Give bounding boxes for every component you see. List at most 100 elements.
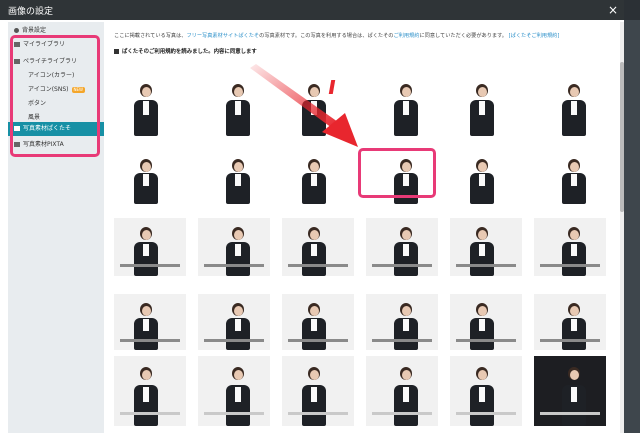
- terms-notice: ここに掲載されている写真は、フリー写真素材サイトぱくたその写真素材です。この写真…: [114, 32, 614, 39]
- photo-person-face: [569, 86, 579, 97]
- photo-thumbnail[interactable]: [282, 218, 354, 276]
- photo-thumbnail[interactable]: [534, 356, 606, 426]
- photo-person-shirt: [235, 386, 241, 403]
- photo-person-shirt: [479, 318, 485, 331]
- photo-desk: [540, 412, 600, 415]
- photo-desk: [456, 338, 516, 342]
- photo-thumbnail[interactable]: [198, 150, 270, 204]
- photo-person-shirt: [479, 101, 485, 115]
- photo-desk: [456, 264, 516, 268]
- photo-thumbnail[interactable]: [534, 74, 606, 136]
- pakutaso-terms-link[interactable]: [ぱくたそご利用規約]: [509, 33, 560, 39]
- photo-person-shirt: [479, 386, 485, 403]
- photo-thumbnail[interactable]: [114, 356, 186, 426]
- photo-person-shirt: [311, 243, 317, 257]
- photo-person-face: [141, 230, 151, 241]
- photo-desk: [204, 264, 264, 268]
- photo-thumbnail[interactable]: [282, 74, 354, 136]
- terms-link[interactable]: ご利用規約: [393, 33, 419, 39]
- photo-thumbnail[interactable]: [198, 294, 270, 350]
- photo-person-shirt: [479, 173, 485, 186]
- photo-person-face: [233, 161, 243, 172]
- notice-text: の写真素材です。この写真を利用する場合は、ぱくたその: [259, 33, 394, 39]
- photo-person-shirt: [403, 243, 409, 257]
- photo-thumbnail[interactable]: [114, 218, 186, 276]
- photo-thumbnail[interactable]: [198, 356, 270, 426]
- photo-desk: [372, 338, 432, 342]
- scroll-thumb[interactable]: [620, 62, 624, 212]
- agree-label: ぱくたそのご利用規約を読みました。内容に同意します: [122, 49, 257, 55]
- photo-thumbnail[interactable]: [114, 74, 186, 136]
- photo-person-face: [141, 161, 151, 172]
- photo-person-face: [401, 370, 411, 381]
- photo-person-face: [141, 305, 151, 316]
- photo-thumbnail[interactable]: [366, 356, 438, 426]
- photo-person-shirt: [143, 386, 149, 403]
- photo-thumbnail[interactable]: [198, 218, 270, 276]
- photo-thumbnail[interactable]: [282, 150, 354, 204]
- photo-person-face: [569, 370, 579, 381]
- photo-thumbnail[interactable]: [282, 356, 354, 426]
- photo-desk: [120, 338, 180, 342]
- photo-person-face: [233, 370, 243, 381]
- photo-thumbnail[interactable]: [534, 294, 606, 350]
- sidebar-highlight: [10, 35, 100, 157]
- photo-thumbnail[interactable]: [534, 150, 606, 204]
- photo-person-face: [569, 161, 579, 172]
- photo-desk: [120, 412, 180, 415]
- photo-person-shirt: [311, 386, 317, 403]
- photo-thumbnail[interactable]: [450, 218, 522, 276]
- photo-person-shirt: [479, 243, 485, 257]
- photo-person-face: [309, 370, 319, 381]
- agree-checkbox-row[interactable]: ぱくたそのご利用規約を読みました。内容に同意します: [114, 47, 257, 55]
- photo-person-face: [309, 230, 319, 241]
- photo-person-face: [569, 305, 579, 316]
- photo-person-face: [233, 305, 243, 316]
- photo-person-face: [309, 86, 319, 97]
- photo-thumbnail[interactable]: [366, 294, 438, 350]
- photo-thumbnail[interactable]: [198, 74, 270, 136]
- photo-person-shirt: [143, 243, 149, 257]
- photo-person-face: [569, 230, 579, 241]
- photo-person-shirt: [571, 173, 577, 186]
- photo-desk: [204, 338, 264, 342]
- photo-person-face: [233, 230, 243, 241]
- photo-person-face: [141, 370, 151, 381]
- photo-thumbnail[interactable]: [450, 294, 522, 350]
- photo-person-face: [233, 86, 243, 97]
- photo-desk: [372, 264, 432, 268]
- photo-thumbnail[interactable]: [282, 294, 354, 350]
- photo-person-shirt: [143, 101, 149, 115]
- scrollbar[interactable]: [620, 22, 624, 433]
- photo-thumbnail[interactable]: [114, 150, 186, 204]
- photo-desk: [372, 412, 432, 415]
- photo-person-shirt: [403, 101, 409, 115]
- photo-thumbnail[interactable]: [366, 74, 438, 136]
- photo-thumbnail[interactable]: [450, 150, 522, 204]
- photo-person-shirt: [311, 318, 317, 331]
- photo-desk: [288, 264, 348, 268]
- photo-desk: [204, 412, 264, 415]
- photo-thumbnail[interactable]: [450, 356, 522, 426]
- photo-thumbnail[interactable]: [450, 74, 522, 136]
- photo-person-face: [477, 86, 487, 97]
- photo-desk: [540, 264, 600, 268]
- photo-person-face: [401, 86, 411, 97]
- close-icon[interactable]: ×: [608, 2, 618, 18]
- photo-person-face: [477, 161, 487, 172]
- photo-person-shirt: [143, 173, 149, 186]
- photo-thumbnail[interactable]: [114, 294, 186, 350]
- image-settings-modal: 画像の設定 × 背景設定 マイライブラリ ペライチライブラリ アイコン(カラー)…: [0, 0, 624, 433]
- photo-person-face: [477, 305, 487, 316]
- sidebar-item-label: 背景設定: [22, 27, 47, 34]
- photo-desk: [456, 412, 516, 415]
- photo-person-face: [477, 230, 487, 241]
- photo-person-face: [401, 230, 411, 241]
- photo-person-face: [309, 161, 319, 172]
- pakutaso-site-link[interactable]: フリー写真素材サイトぱくたそ: [186, 33, 259, 39]
- photo-thumbnail[interactable]: [366, 218, 438, 276]
- photo-thumbnail[interactable]: [534, 218, 606, 276]
- photo-person-shirt: [235, 101, 241, 115]
- agree-checkbox[interactable]: [114, 49, 119, 54]
- photo-person-shirt: [403, 318, 409, 331]
